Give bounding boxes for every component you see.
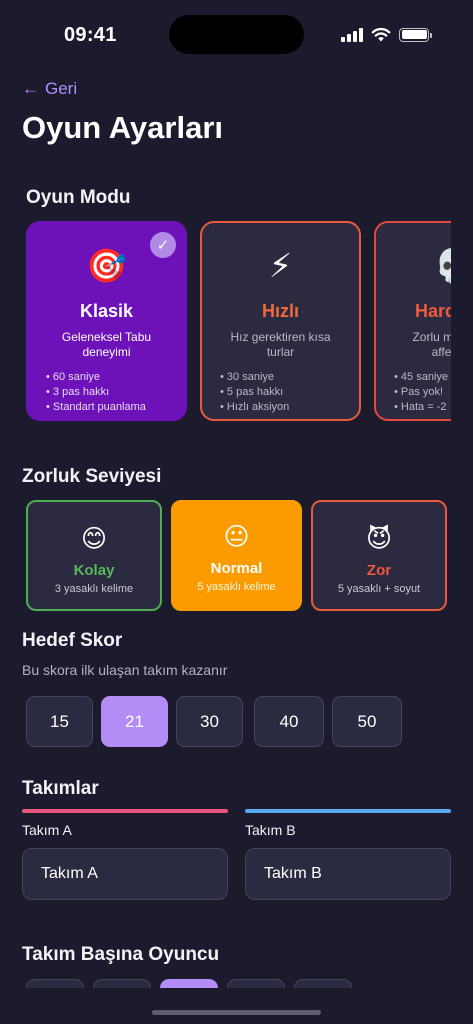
team-a-label: Takım A <box>22 822 72 838</box>
score-option-50[interactable]: 50 <box>332 696 402 747</box>
wifi-icon <box>371 27 391 42</box>
team-b-color-bar <box>245 809 451 813</box>
mode-description: Zorlu mod, hata affetmez <box>412 330 451 359</box>
mode-card-hardcore[interactable]: 💀 Hardcore Zorlu mod, hata affetmez 45 s… <box>374 221 451 421</box>
mode-bullets: 45 saniye Pas yok! Hata = -2 <box>376 370 451 415</box>
players-per-team-options <box>0 975 473 988</box>
skull-icon: 💀 <box>376 247 451 287</box>
difficulty-option-kolay[interactable]: 😊 Kolay 3 yasaklı kelime <box>26 500 162 611</box>
arrow-left-icon: ← <box>22 79 39 98</box>
back-label: Geri <box>45 79 78 98</box>
difficulty-name: Normal <box>210 560 263 577</box>
target-score-title: Hedef Skor <box>22 630 123 651</box>
score-option-21[interactable]: 21 <box>101 696 168 747</box>
difficulty-description: 5 yasaklı kelime <box>197 581 276 593</box>
difficulty-description: 3 yasaklı kelime <box>54 583 134 595</box>
list-item: Hızlı aksiyon <box>220 400 359 415</box>
neutral-face-icon: 😐 <box>223 523 250 551</box>
mode-name: Hızlı <box>261 301 299 321</box>
mode-description: Hız gerektiren kısa turlar <box>230 330 331 359</box>
difficulty-name: Zor <box>366 562 392 579</box>
game-mode-title: Oyun Modu <box>26 187 131 208</box>
list-item: 3 pas hakkı <box>46 385 185 400</box>
status-bar: 09:41 <box>0 0 473 70</box>
player-count-option[interactable] <box>160 979 218 988</box>
mode-card-klasik[interactable]: ✓ 🎯 Klasik Geleneksel Tabu deneyimi 60 s… <box>26 221 187 421</box>
list-item: 30 saniye <box>220 370 359 385</box>
mode-description: Geleneksel Tabu deneyimi <box>61 330 152 359</box>
battery-icon <box>399 27 432 42</box>
player-count-option[interactable] <box>93 979 151 988</box>
difficulty-option-normal[interactable]: 😐 Normal 5 yasaklı kelime <box>171 500 302 611</box>
score-option-40[interactable]: 40 <box>254 696 324 747</box>
team-a-color-bar <box>22 809 228 813</box>
target-score-hint: Bu skora ilk ulaşan takım kazanır <box>22 662 228 678</box>
list-item: 60 saniye <box>46 370 185 385</box>
status-time: 09:41 <box>64 24 117 46</box>
game-mode-scroller[interactable]: ✓ 🎯 Klasik Geleneksel Tabu deneyimi 60 s… <box>26 221 451 422</box>
lightning-icon: ⚡ <box>268 247 293 284</box>
smiling-devil-icon: 😈 <box>365 525 393 553</box>
mode-bullets: 60 saniye 3 pas hakkı Standart puanlama <box>28 370 185 415</box>
checkmark-icon: ✓ <box>150 232 176 258</box>
mode-card-hizli[interactable]: ⚡ Hızlı Hız gerektiren kısa turlar 30 sa… <box>200 221 361 421</box>
mode-name: Klasik <box>79 301 134 321</box>
difficulty-title: Zorluk Seviyesi <box>22 466 162 487</box>
list-item: Hata = -2 <box>394 400 451 415</box>
team-a-name-input[interactable] <box>22 848 228 900</box>
player-count-option[interactable] <box>227 979 285 988</box>
player-count-option[interactable] <box>26 979 84 988</box>
difficulty-option-zor[interactable]: 😈 Zor 5 yasaklı + soyut <box>311 500 447 611</box>
teams-title: Takımlar <box>22 778 99 799</box>
score-option-15[interactable]: 15 <box>26 696 93 747</box>
mode-name: Hardcore <box>414 301 451 321</box>
list-item: Standart puanlama <box>46 400 185 415</box>
page-title: Oyun Ayarları <box>22 110 224 145</box>
player-count-option[interactable] <box>294 979 352 988</box>
home-indicator <box>152 1010 321 1015</box>
status-icons <box>341 27 432 42</box>
cellular-signal-icon <box>341 27 363 42</box>
players-per-team-title: Takım Başına Oyuncu <box>22 944 220 965</box>
score-option-30[interactable]: 30 <box>176 696 243 747</box>
back-button[interactable]: ← Geri <box>22 79 77 99</box>
dynamic-island <box>169 15 304 54</box>
smiling-face-icon: 😊 <box>80 525 108 553</box>
difficulty-description: 5 yasaklı + soyut <box>337 583 421 595</box>
team-b-label: Takım B <box>245 822 296 838</box>
list-item: 45 saniye <box>394 370 451 385</box>
list-item: 5 pas hakkı <box>220 385 359 400</box>
mode-bullets: 30 saniye 5 pas hakkı Hızlı aksiyon <box>202 370 359 415</box>
team-b-name-input[interactable] <box>245 848 451 900</box>
list-item: Pas yok! <box>394 385 451 400</box>
difficulty-name: Kolay <box>73 562 115 579</box>
